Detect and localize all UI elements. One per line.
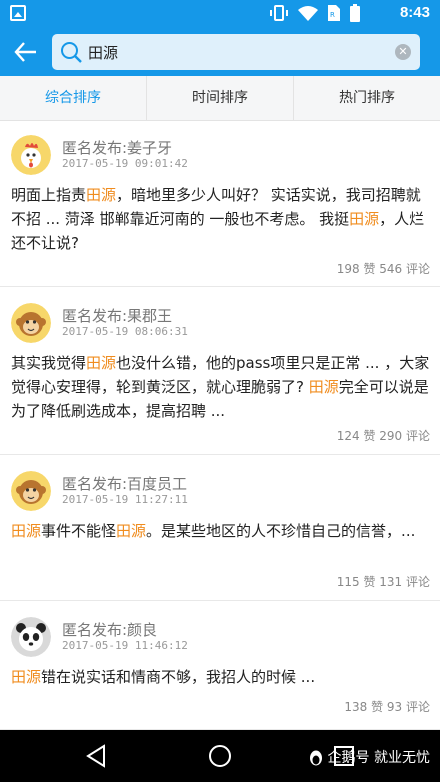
post-feed[interactable]: 匿名发布:姜子牙 2017-05-19 09:01:42 明面上指责田源，暗地里…	[0, 121, 440, 730]
post-author: 匿名发布:百度员工	[62, 475, 188, 493]
penguin-logo-icon	[309, 750, 322, 766]
post-author: 匿名发布:果郡王	[62, 307, 173, 325]
wifi-icon	[298, 6, 318, 21]
post-item[interactable]: 匿名发布:姜子牙 2017-05-19 09:01:42 明面上指责田源，暗地里…	[0, 121, 440, 287]
tab-hot-sort[interactable]: 热门排序	[294, 76, 440, 120]
watermark: 企鹅号 就业无忧	[308, 747, 430, 767]
post-time: 2017-05-19 08:06:31	[62, 325, 188, 338]
post-stats: 138 赞 93 评论	[344, 700, 430, 714]
content-text: 其实我觉得	[11, 354, 87, 372]
status-time: 8:43	[399, 4, 430, 21]
tab-comprehensive-sort[interactable]: 综合排序	[0, 76, 147, 120]
tab-time-sort[interactable]: 时间排序	[147, 76, 294, 120]
content-text: 。是某些地区的人不珍惜自己的信誉，...	[146, 522, 416, 540]
post-time: 2017-05-19 11:27:11	[62, 493, 188, 506]
sim-icon: R	[328, 5, 340, 21]
content-text: 错在说实话和情商不够，我招人的时候 ...	[41, 668, 316, 686]
search-box[interactable]: ✕	[52, 34, 420, 70]
app-bar: ✕	[0, 28, 440, 76]
post-content: 其实我觉得田源也没什么错，他的pass项里只是正常 ... ，大家觉得心安理得，…	[11, 351, 431, 423]
post-time: 2017-05-19 11:46:12	[62, 639, 188, 652]
back-triangle-icon[interactable]	[84, 743, 110, 769]
image-notification-icon	[10, 5, 26, 21]
content-text: 明面上指责	[11, 186, 87, 204]
vibrate-icon	[270, 5, 288, 21]
post-content: 田源错在说实话和情商不够，我招人的时候 ...	[11, 665, 431, 689]
keyword-highlight: 田源	[11, 522, 42, 540]
search-input[interactable]	[88, 34, 388, 70]
rooster-avatar	[11, 135, 51, 175]
post-item[interactable]: 匿名发布:百度员工 2017-05-19 11:27:11 田源事件不能怪田源。…	[0, 455, 440, 601]
panda-avatar	[11, 617, 51, 657]
keyword-highlight: 田源	[349, 210, 380, 228]
status-icons: R	[270, 4, 360, 22]
post-stats: 124 赞 290 评论	[336, 429, 430, 443]
keyword-highlight: 田源	[308, 378, 339, 396]
system-nav-bar: 企鹅号 就业无忧	[0, 730, 440, 782]
post-item[interactable]: 匿名发布:颜良 2017-05-19 11:46:12 田源错在说实话和情商不够…	[0, 601, 440, 730]
keyword-highlight: 田源	[86, 186, 117, 204]
home-circle-icon[interactable]	[207, 743, 233, 769]
sort-tabs: 综合排序 时间排序 热门排序	[0, 76, 440, 121]
watermark-text: 企鹅号 就业无忧	[327, 750, 430, 766]
post-time: 2017-05-19 09:01:42	[62, 157, 188, 170]
content-text: 事件不能怪	[41, 522, 117, 540]
post-author: 匿名发布:姜子牙	[62, 139, 173, 157]
keyword-highlight: 田源	[11, 668, 42, 686]
back-arrow-icon[interactable]	[12, 38, 40, 66]
post-stats: 115 赞 131 评论	[336, 575, 430, 589]
post-content: 田源事件不能怪田源。是某些地区的人不珍惜自己的信誉，...	[11, 519, 431, 543]
monkey-avatar	[11, 303, 51, 343]
monkey-avatar	[11, 471, 51, 511]
post-item[interactable]: 匿名发布:果郡王 2017-05-19 08:06:31 其实我觉得田源也没什么…	[0, 287, 440, 455]
search-icon	[61, 42, 82, 63]
status-bar: R 8:43	[0, 0, 440, 28]
svg-text:R: R	[330, 11, 335, 19]
post-stats: 198 赞 546 评论	[336, 262, 430, 276]
post-author: 匿名发布:颜良	[62, 621, 158, 639]
post-content: 明面上指责田源，暗地里多少人叫好？ 实话实说，我司招聘就不招 ... 菏泽 邯郸…	[11, 183, 431, 255]
keyword-highlight: 田源	[86, 354, 117, 372]
battery-icon	[350, 4, 360, 22]
clear-search-icon[interactable]: ✕	[395, 44, 411, 60]
keyword-highlight: 田源	[116, 522, 147, 540]
